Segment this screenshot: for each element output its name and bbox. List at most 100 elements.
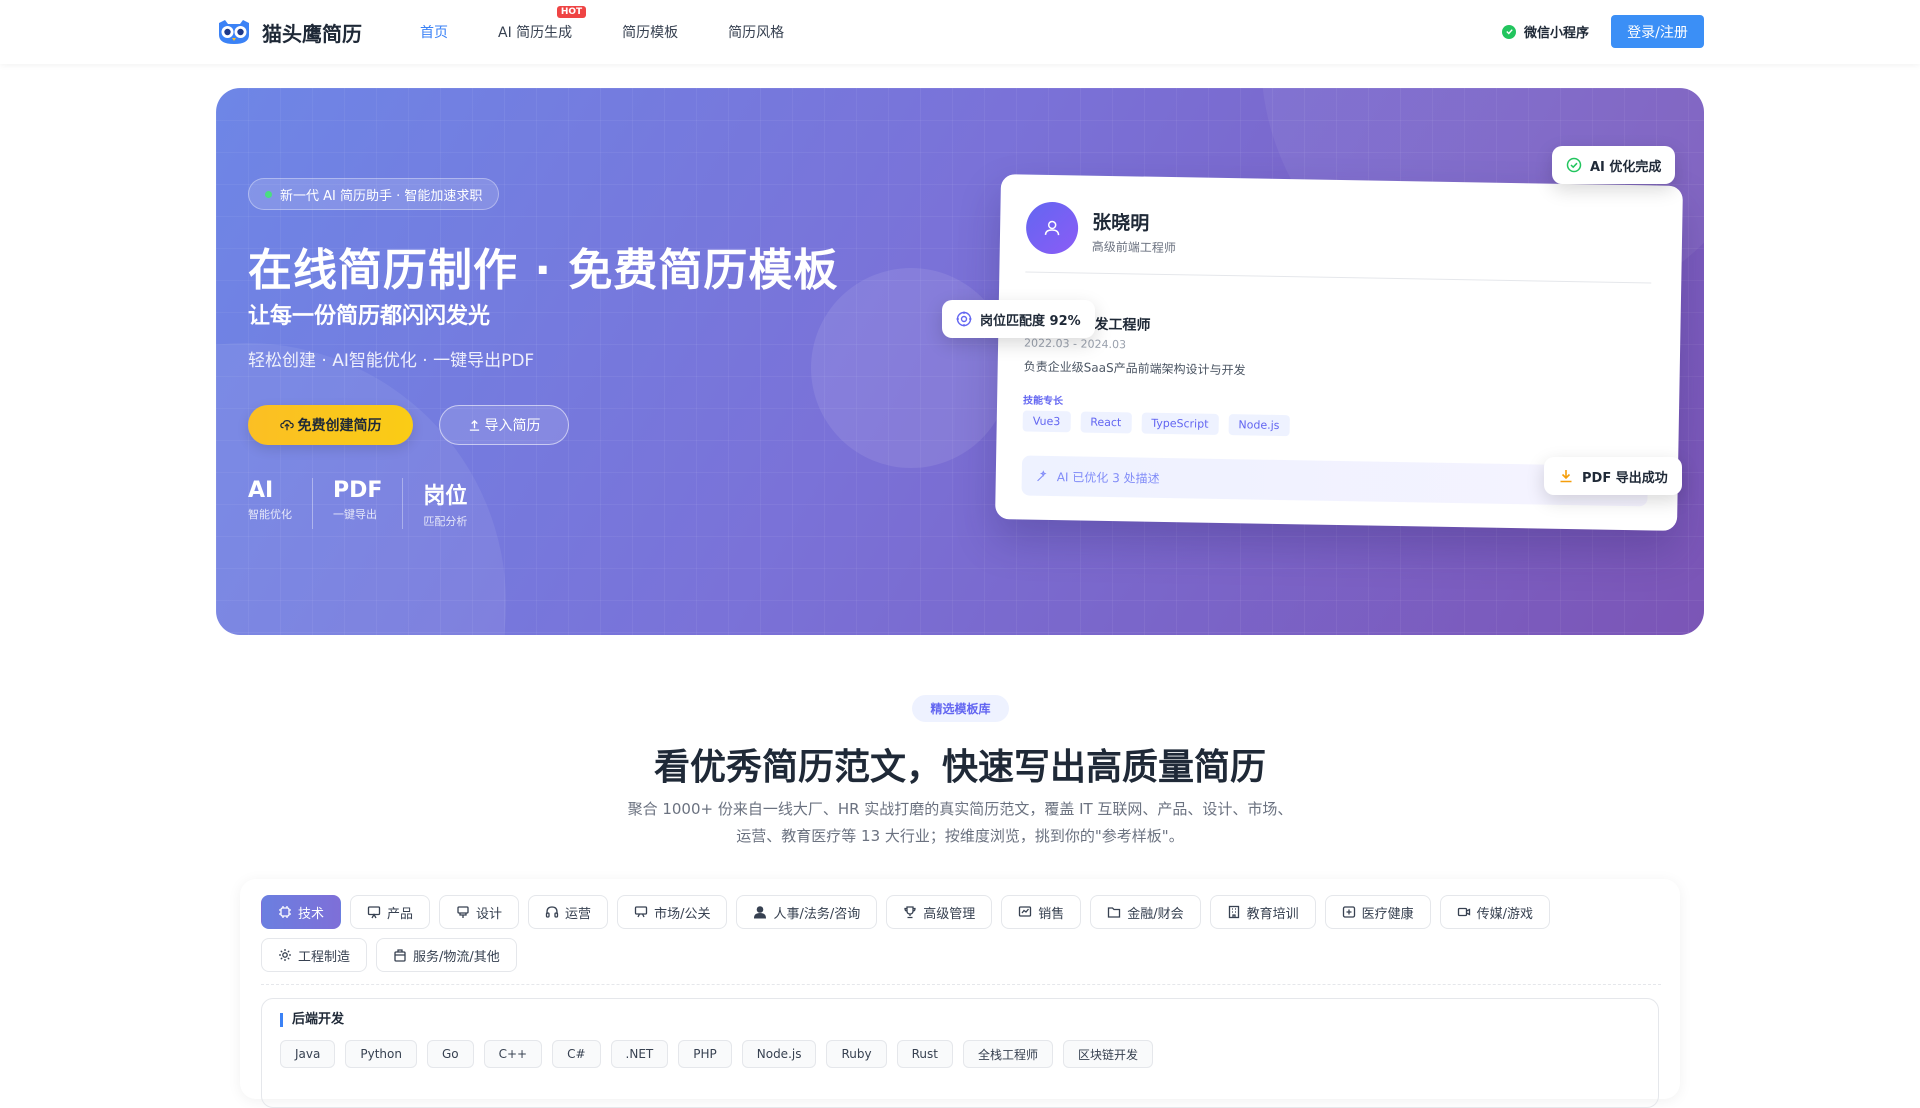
headset-icon bbox=[545, 906, 559, 918]
cloud-upload-icon bbox=[279, 420, 294, 431]
medical-icon bbox=[1342, 906, 1355, 918]
category-tab-label: 运营 bbox=[565, 906, 592, 922]
video-icon bbox=[1457, 907, 1470, 917]
building-icon bbox=[1228, 905, 1239, 919]
role-tag[interactable]: C# bbox=[552, 1040, 601, 1068]
category-tab-medical[interactable]: 医疗健康 bbox=[1324, 895, 1431, 929]
pdf-export-toast: PDF 导出成功 bbox=[1544, 457, 1682, 495]
download-icon bbox=[1560, 470, 1572, 483]
logo[interactable]: 猫头鹰简历 bbox=[216, 16, 362, 48]
wechat-icon bbox=[1502, 24, 1516, 39]
owl-logo-icon bbox=[219, 20, 249, 44]
role-tag[interactable]: C++ bbox=[483, 1040, 543, 1068]
category-tab-hr-legal[interactable]: 人事/法务/咨询 bbox=[736, 895, 878, 929]
role-tag[interactable]: PHP bbox=[678, 1040, 732, 1068]
gear-icon bbox=[279, 949, 291, 961]
category-tab-engineering[interactable]: 工程制造 bbox=[261, 938, 368, 972]
create-resume-label: 免费创建简历 bbox=[297, 418, 382, 434]
section-description: 聚合 1000+ 份来自一线大厂、HR 实战打磨的真实简历范文，覆盖 IT 互联… bbox=[560, 796, 1360, 850]
category-tab-operations[interactable]: 运营 bbox=[528, 895, 609, 929]
skill-tag: React bbox=[1080, 411, 1132, 434]
hero-decor-circle bbox=[811, 268, 1011, 468]
role-tag[interactable]: .NET bbox=[610, 1040, 669, 1068]
category-tab-label: 人事/法务/咨询 bbox=[773, 906, 861, 922]
role-tag[interactable]: 全栈工程师 bbox=[962, 1040, 1053, 1068]
upload-icon bbox=[469, 419, 479, 431]
category-tab-tech[interactable]: 技术 bbox=[261, 895, 342, 929]
magic-wand-icon bbox=[1037, 469, 1047, 481]
section-description-line: 运营、教育医疗等 13 大行业；按维度浏览，挑到你的"参考样板"。 bbox=[736, 827, 1184, 845]
green-dot-icon bbox=[265, 190, 272, 198]
resume-role: 高级前端工程师 bbox=[1091, 239, 1176, 256]
category-tab-product[interactable]: 产品 bbox=[350, 895, 431, 929]
nav-styles[interactable]: 简历风格 bbox=[728, 22, 784, 42]
category-tab-service[interactable]: 服务/物流/其他 bbox=[376, 938, 517, 972]
resume-name: 张晓明 bbox=[1092, 211, 1150, 235]
category-tab-label: 工程制造 bbox=[298, 949, 351, 965]
hero-stats: AI 智能优化 PDF 一键导出 岗位 匹配分析 bbox=[248, 478, 487, 529]
wechat-mini-program-label: 微信小程序 bbox=[1524, 26, 1590, 41]
main-nav: 首页 AI 简历生成 HOT 简历模板 简历风格 bbox=[420, 0, 834, 64]
target-icon bbox=[956, 311, 972, 327]
category-tab-label: 服务/物流/其他 bbox=[413, 949, 500, 965]
palette-icon bbox=[457, 906, 469, 918]
category-tab-label: 市场/公关 bbox=[654, 906, 711, 922]
hero-tagline: 轻松创建 · AI智能优化 · 一键导出PDF bbox=[248, 351, 535, 371]
category-tab-marketing[interactable]: 市场/公关 bbox=[617, 895, 728, 929]
role-tag[interactable]: Node.js bbox=[741, 1040, 817, 1068]
section-pill: 精选模板库 bbox=[912, 695, 1009, 722]
skill-tag: Node.js bbox=[1228, 414, 1290, 437]
board-icon bbox=[367, 906, 381, 919]
category-tab-sales[interactable]: 销售 bbox=[1001, 895, 1082, 929]
stat-label: 匹配分析 bbox=[423, 515, 468, 528]
create-resume-button[interactable]: 免费创建简历 bbox=[248, 405, 413, 445]
category-tab-label: 高级管理 bbox=[923, 906, 976, 922]
logo-text: 猫头鹰简历 bbox=[262, 21, 362, 46]
bag-icon bbox=[394, 949, 406, 962]
category-tab-label: 销售 bbox=[1038, 906, 1065, 922]
hero-badge-text: 新一代 AI 简历助手 · 智能加速求职 bbox=[280, 188, 483, 204]
import-resume-button[interactable]: 导入简历 bbox=[439, 405, 569, 445]
login-register-button[interactable]: 登录/注册 bbox=[1611, 15, 1704, 48]
check-circle-icon bbox=[1566, 157, 1582, 173]
ai-optimized-text: AI 已优化 3 处描述 bbox=[1056, 469, 1160, 486]
category-tab-label: 金融/财会 bbox=[1127, 906, 1184, 922]
subcategory-title: 后端开发 bbox=[280, 1013, 344, 1027]
pdf-export-text: PDF 导出成功 bbox=[1582, 470, 1668, 486]
backend-subcategory-card: 后端开发 Java Python Go C++ C# .NET PHP Node… bbox=[261, 998, 1659, 1108]
role-tag[interactable]: Rust bbox=[896, 1040, 953, 1068]
category-tab-label: 设计 bbox=[476, 906, 503, 922]
hero-subtitle: 让每一份简历都闪闪发光 bbox=[248, 304, 491, 329]
stat-item: AI 智能优化 bbox=[248, 478, 312, 529]
skill-tag: TypeScript bbox=[1141, 412, 1219, 435]
role-tag[interactable]: Java bbox=[280, 1040, 336, 1068]
category-tab-label: 产品 bbox=[387, 906, 414, 922]
nav-home[interactable]: 首页 bbox=[420, 22, 448, 42]
category-tab-design[interactable]: 设计 bbox=[439, 895, 520, 929]
stat-label: 智能优化 bbox=[248, 508, 292, 521]
trophy-icon bbox=[904, 906, 916, 919]
hero-title: 在线简历制作 · 免费简历模板 bbox=[248, 245, 839, 296]
stat-item: 岗位 匹配分析 bbox=[402, 478, 487, 529]
nav-templates[interactable]: 简历模板 bbox=[622, 22, 678, 42]
role-tag[interactable]: Ruby bbox=[826, 1040, 887, 1068]
role-tag[interactable]: 区块链开发 bbox=[1062, 1040, 1153, 1068]
role-tag[interactable]: Go bbox=[426, 1040, 474, 1068]
stat-value: 岗位 bbox=[423, 484, 468, 509]
category-tab-label: 教育培训 bbox=[1246, 906, 1299, 922]
skill-tag: Vue3 bbox=[1022, 410, 1071, 433]
avatar bbox=[1025, 201, 1079, 255]
wechat-mini-program[interactable]: 微信小程序 bbox=[1502, 22, 1589, 41]
skill-tags: Vue3 React TypeScript Node.js bbox=[1022, 410, 1290, 437]
chip-icon bbox=[279, 906, 291, 918]
category-tab-media[interactable]: 传媒/游戏 bbox=[1439, 895, 1551, 929]
category-tab-management[interactable]: 高级管理 bbox=[886, 895, 993, 929]
folder-icon bbox=[1108, 907, 1121, 918]
nav-ai-resume[interactable]: AI 简历生成 HOT bbox=[498, 6, 587, 42]
category-tab-education[interactable]: 教育培训 bbox=[1209, 895, 1316, 929]
match-score-toast: 岗位匹配度 92% bbox=[942, 300, 1095, 338]
card-divider bbox=[1025, 271, 1652, 284]
category-tab-finance[interactable]: 金融/财会 bbox=[1090, 895, 1201, 929]
role-tag[interactable]: Python bbox=[345, 1040, 417, 1068]
hero-badge: 新一代 AI 简历助手 · 智能加速求职 bbox=[248, 178, 500, 210]
